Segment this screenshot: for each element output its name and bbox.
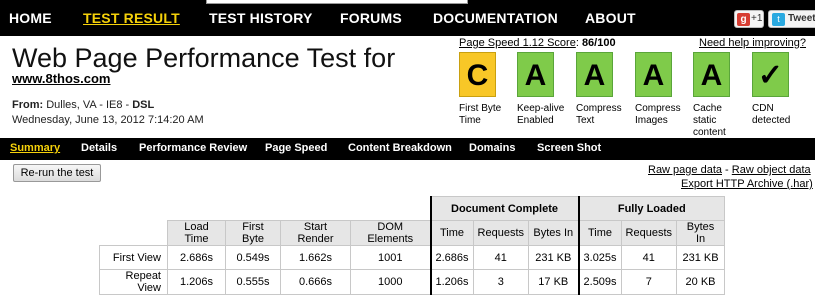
tab-performance-review[interactable]: Performance Review: [139, 142, 247, 154]
table-row-first-view: First View 2.686s 0.549s 1.662s 1001 2.6…: [99, 245, 726, 270]
search-box-edge[interactable]: [206, 0, 468, 4]
table-cell: 0.555s: [225, 269, 281, 295]
group-document-complete: Document Complete: [429, 196, 580, 221]
col-dom-elements: DOM Elements: [350, 220, 431, 246]
tested-site-link[interactable]: www.8thos.com: [12, 71, 110, 86]
col-first-byte: First Byte: [225, 220, 281, 246]
tab-summary[interactable]: Summary: [10, 142, 60, 154]
grade-label-keep-alive: Keep-alive Enabled: [517, 103, 565, 126]
table-cell: 1000: [350, 269, 431, 295]
raw-page-data-link[interactable]: Raw page data: [648, 164, 722, 176]
rerun-test-button[interactable]: Re-run the test: [13, 164, 101, 182]
table-cell: 1001: [350, 245, 431, 270]
tab-domains[interactable]: Domains: [469, 142, 515, 154]
grade-cache-static[interactable]: A: [693, 52, 730, 97]
table-row-repeat-view: Repeat View 1.206s 0.555s 0.666s 1000 1.…: [99, 269, 726, 295]
table-cell: 0.666s: [280, 269, 351, 295]
tab-page-speed[interactable]: Page Speed: [265, 142, 327, 154]
nav-home[interactable]: HOME: [9, 10, 52, 26]
row-label: Repeat View: [99, 269, 168, 295]
nav-forums[interactable]: FORUMS: [340, 10, 402, 26]
table-cell: 7: [620, 269, 678, 295]
row-label-spacer: [99, 220, 168, 246]
grade-first-byte[interactable]: C: [459, 52, 496, 97]
grade-label-first-byte: First Byte Time: [459, 103, 502, 126]
grade-keep-alive[interactable]: A: [517, 52, 554, 97]
table-cell: 3.025s: [577, 245, 622, 270]
table-cell: 2.686s: [429, 245, 474, 270]
table-cell: 41: [472, 245, 530, 270]
top-nav: HOME TEST RESULT TEST HISTORY FORUMS DOC…: [0, 0, 815, 36]
nav-about[interactable]: ABOUT: [585, 10, 636, 26]
help-improving-link[interactable]: Need help improving?: [699, 37, 806, 49]
table-cell: 20 KB: [676, 269, 726, 295]
col-load-time: Load Time: [167, 220, 226, 246]
test-date: Wednesday, June 13, 2012 7:14:20 AM: [12, 114, 204, 126]
page-title: Web Page Performance Test for: [12, 43, 396, 73]
table-cell: 1.206s: [429, 269, 474, 295]
col-doc-time: Time: [429, 220, 474, 246]
raw-data-links: Raw page data - Raw object data: [648, 164, 811, 176]
google-plus-icon: g: [737, 13, 750, 26]
table-cell: 231 KB: [676, 245, 726, 270]
raw-object-data-link[interactable]: Raw object data: [732, 164, 811, 176]
grade-label-compress-images: Compress Images: [635, 103, 681, 126]
tweet-label: Tweet: [788, 13, 815, 24]
grade-label-cache-static: Cache static content: [693, 103, 726, 138]
from-value: Dulles, VA - IE8 -: [46, 99, 133, 111]
grade-label-compress-text: Compress Text: [576, 103, 622, 126]
grade-label-cdn: CDN detected: [752, 103, 791, 126]
table-cell: 2.509s: [577, 269, 622, 295]
table-cell: 41: [620, 245, 678, 270]
tweet-button[interactable]: t Tweet: [768, 10, 815, 28]
group-fully-loaded: Fully Loaded: [577, 196, 726, 221]
grade-cdn-checkmark-icon[interactable]: ✓: [752, 52, 789, 97]
row-label: First View: [99, 245, 168, 270]
test-location: From: Dulles, VA - IE8 - DSL: [12, 99, 154, 111]
col-full-time: Time: [577, 220, 622, 246]
results-table: Document Complete Fully Loaded Load Time…: [99, 196, 726, 295]
table-cell: 17 KB: [528, 269, 580, 295]
table-cell: 231 KB: [528, 245, 580, 270]
nav-documentation[interactable]: DOCUMENTATION: [433, 10, 558, 26]
table-cell: 2.686s: [167, 245, 226, 270]
pagespeed-value: 86/100: [581, 37, 616, 49]
col-start-render: Start Render: [280, 220, 351, 246]
table-cell: 1.662s: [280, 245, 351, 270]
tab-details[interactable]: Details: [81, 142, 117, 154]
grade-compress-text[interactable]: A: [576, 52, 613, 97]
col-doc-requests: Requests: [472, 220, 530, 246]
from-label: From:: [12, 99, 44, 111]
col-doc-bytes-in: Bytes In: [528, 220, 580, 246]
grade-compress-images[interactable]: A: [635, 52, 672, 97]
link-separator: -: [722, 164, 732, 176]
table-cell: 0.549s: [225, 245, 281, 270]
tab-content-breakdown[interactable]: Content Breakdown: [348, 142, 452, 154]
nav-test-history[interactable]: TEST HISTORY: [209, 10, 313, 26]
table-cell: 1.206s: [167, 269, 226, 295]
pagespeed-score: Page Speed 1.12 Score: 86/100: [459, 37, 616, 49]
google-plus-label: +1: [751, 13, 763, 24]
nav-test-result[interactable]: TEST RESULT: [83, 10, 180, 26]
table-spacer: [99, 196, 431, 221]
col-full-bytes-in: Bytes In: [676, 220, 726, 246]
google-plus-button[interactable]: g +1: [734, 10, 764, 28]
result-tabs: Summary Details Performance Review Page …: [0, 138, 815, 160]
pagespeed-link[interactable]: Page Speed 1.12 Score: [459, 37, 576, 49]
connection-type: DSL: [132, 99, 155, 111]
export-har-link[interactable]: Export HTTP Archive (.har): [681, 178, 813, 190]
col-full-requests: Requests: [620, 220, 678, 246]
tab-screen-shot[interactable]: Screen Shot: [537, 142, 601, 154]
twitter-bird-icon: t: [772, 13, 785, 26]
table-cell: 3: [472, 269, 530, 295]
